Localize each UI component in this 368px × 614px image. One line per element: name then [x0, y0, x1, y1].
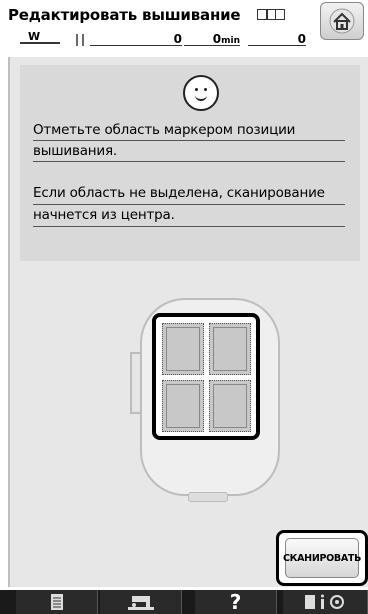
scan-button-highlight: СКАНИРОВАТЬ: [276, 530, 368, 586]
bottom-toolbar: ?: [0, 590, 368, 614]
bar-segment: [76, 34, 78, 46]
color-counter: 0: [248, 32, 306, 46]
stitch-counter: 0: [90, 32, 182, 46]
home-icon: [329, 8, 355, 34]
sewing-machine-icon: [127, 596, 154, 610]
settings-icon: [305, 594, 344, 609]
header: Редактировать вышивание W 0 0min 0: [0, 0, 368, 46]
message-line: Если область не выделена, сканирование: [33, 185, 325, 201]
width-indicator: [20, 42, 60, 44]
divider: [33, 161, 345, 162]
area-bottom-right[interactable]: [209, 380, 251, 432]
hoop-illustration: [130, 292, 284, 512]
smiley-icon: [183, 75, 219, 111]
bar-segment: [82, 34, 84, 46]
area-selection-frame[interactable]: [152, 313, 260, 440]
scan-button[interactable]: СКАНИРОВАТЬ: [283, 538, 361, 578]
area-top-left[interactable]: [162, 323, 204, 375]
message-line: вышивания.: [33, 143, 117, 159]
divider: [33, 226, 345, 227]
area-bottom-left[interactable]: [162, 380, 204, 432]
hoop-knob: [188, 492, 228, 502]
hoop-clamp: [130, 352, 142, 414]
document-icon: [50, 594, 63, 610]
document-button[interactable]: [16, 590, 98, 614]
home-button[interactable]: [320, 2, 364, 40]
area-top-right[interactable]: [209, 323, 251, 375]
page-title: Редактировать вышивание: [8, 6, 241, 24]
help-button[interactable]: ?: [195, 590, 277, 614]
hoop-size-icon: [257, 9, 285, 20]
message-line: Отметьте область маркером позиции: [33, 122, 296, 138]
message-line: начнется из центра.: [33, 207, 175, 223]
message-box: Отметьте область маркером позиции вышива…: [20, 65, 360, 261]
sewing-machine-button[interactable]: [100, 590, 182, 614]
status-row: W 0 0min 0: [0, 28, 320, 46]
main-panel: Отметьте область маркером позиции вышива…: [8, 57, 368, 587]
settings-button[interactable]: [283, 590, 368, 614]
thread-counters: 0 0min 0: [70, 32, 310, 46]
help-icon: ?: [229, 590, 242, 614]
time-counter: 0min: [184, 32, 240, 46]
